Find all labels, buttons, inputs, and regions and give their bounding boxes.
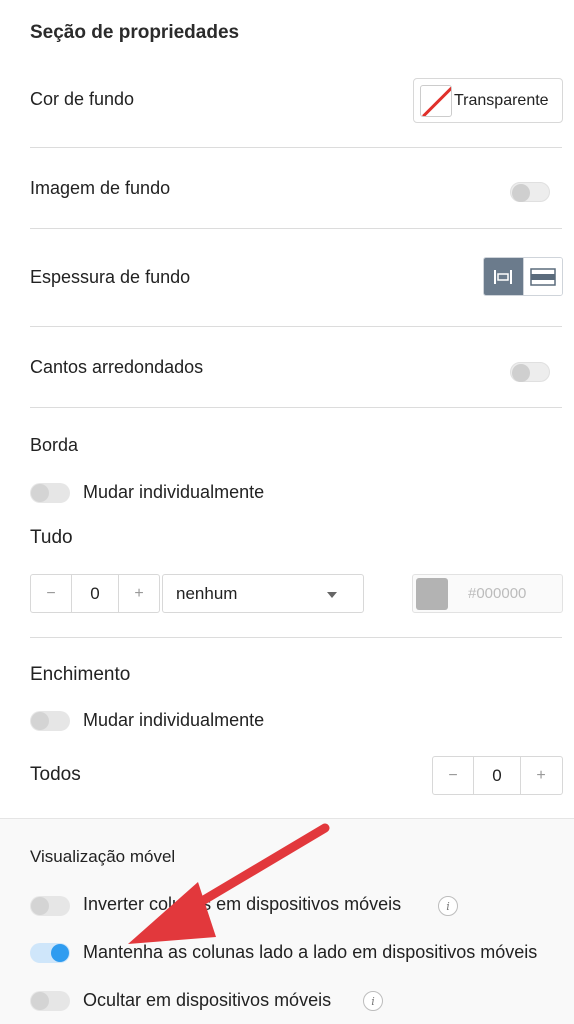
rounded-corners-label: Cantos arredondados <box>30 357 204 377</box>
padding-all-label: Todos <box>30 764 81 785</box>
border-width-value[interactable]: 0 <box>71 575 119 612</box>
background-color-label: Cor de fundo <box>30 89 135 109</box>
background-image-label: Imagem de fundo <box>30 178 171 198</box>
fixed-width-button[interactable] <box>484 258 523 295</box>
padding-individual-label: Mudar individualmente <box>83 710 265 730</box>
background-color-button[interactable]: Transparente <box>413 78 563 123</box>
border-color-input: #000000 <box>468 585 527 602</box>
reverse-columns-label: Inverter colunas em dispositivos móveis <box>83 894 402 914</box>
border-color-swatch[interactable] <box>416 577 448 610</box>
chevron-down-icon <box>327 592 337 598</box>
fixed-width-icon <box>494 269 513 284</box>
padding-increment-button[interactable]: + <box>521 757 561 794</box>
border-all-label: Tudo <box>30 527 73 548</box>
background-thickness-label: Espessura de fundo <box>30 267 191 287</box>
background-thickness-selector <box>483 257 563 296</box>
divider <box>30 147 562 148</box>
border-individual-label: Mudar individualmente <box>83 482 265 502</box>
divider <box>30 407 562 408</box>
padding-label: Enchimento <box>30 664 131 685</box>
info-icon[interactable]: i <box>438 896 458 916</box>
section-title: Seção de propriedades <box>30 22 240 43</box>
border-style-value: nenhum <box>176 583 238 603</box>
info-icon[interactable]: i <box>363 991 383 1011</box>
border-individual-toggle[interactable] <box>30 483 70 503</box>
padding-individual-toggle[interactable] <box>30 711 70 731</box>
transparent-swatch-icon <box>420 84 452 117</box>
padding-decrement-button[interactable]: − <box>433 757 473 794</box>
padding-value[interactable]: 0 <box>473 757 521 794</box>
mobile-view-section: Visualização móvel Inverter colunas em d… <box>0 818 574 1024</box>
properties-panel: Seção de propriedades Cor de fundo Trans… <box>0 0 574 1024</box>
border-label: Borda <box>30 435 79 455</box>
divider <box>30 637 562 638</box>
mobile-view-label: Visualização móvel <box>30 847 176 866</box>
border-width-decrement-button[interactable]: − <box>31 575 71 612</box>
keep-columns-side-by-side-toggle[interactable] <box>30 943 70 963</box>
hide-on-mobile-toggle[interactable] <box>30 991 70 1011</box>
border-style-select[interactable]: nenhum <box>162 574 364 613</box>
reverse-columns-toggle[interactable] <box>30 896 70 916</box>
divider <box>30 326 562 327</box>
background-image-toggle[interactable] <box>510 182 550 202</box>
border-width-stepper: − 0 + <box>30 574 160 613</box>
rounded-corners-toggle[interactable] <box>510 362 550 382</box>
full-width-icon <box>530 267 556 286</box>
keep-columns-side-by-side-label: Mantenha as colunas lado a lado em dispo… <box>83 942 538 962</box>
hide-on-mobile-label: Ocultar em dispositivos móveis <box>83 990 332 1010</box>
background-color-value: Transparente <box>454 91 549 109</box>
divider <box>30 228 562 229</box>
padding-stepper: − 0 + <box>432 756 563 795</box>
border-color-field[interactable]: #000000 <box>412 574 563 613</box>
full-width-button[interactable] <box>522 258 562 295</box>
border-width-increment-button[interactable]: + <box>119 575 159 612</box>
